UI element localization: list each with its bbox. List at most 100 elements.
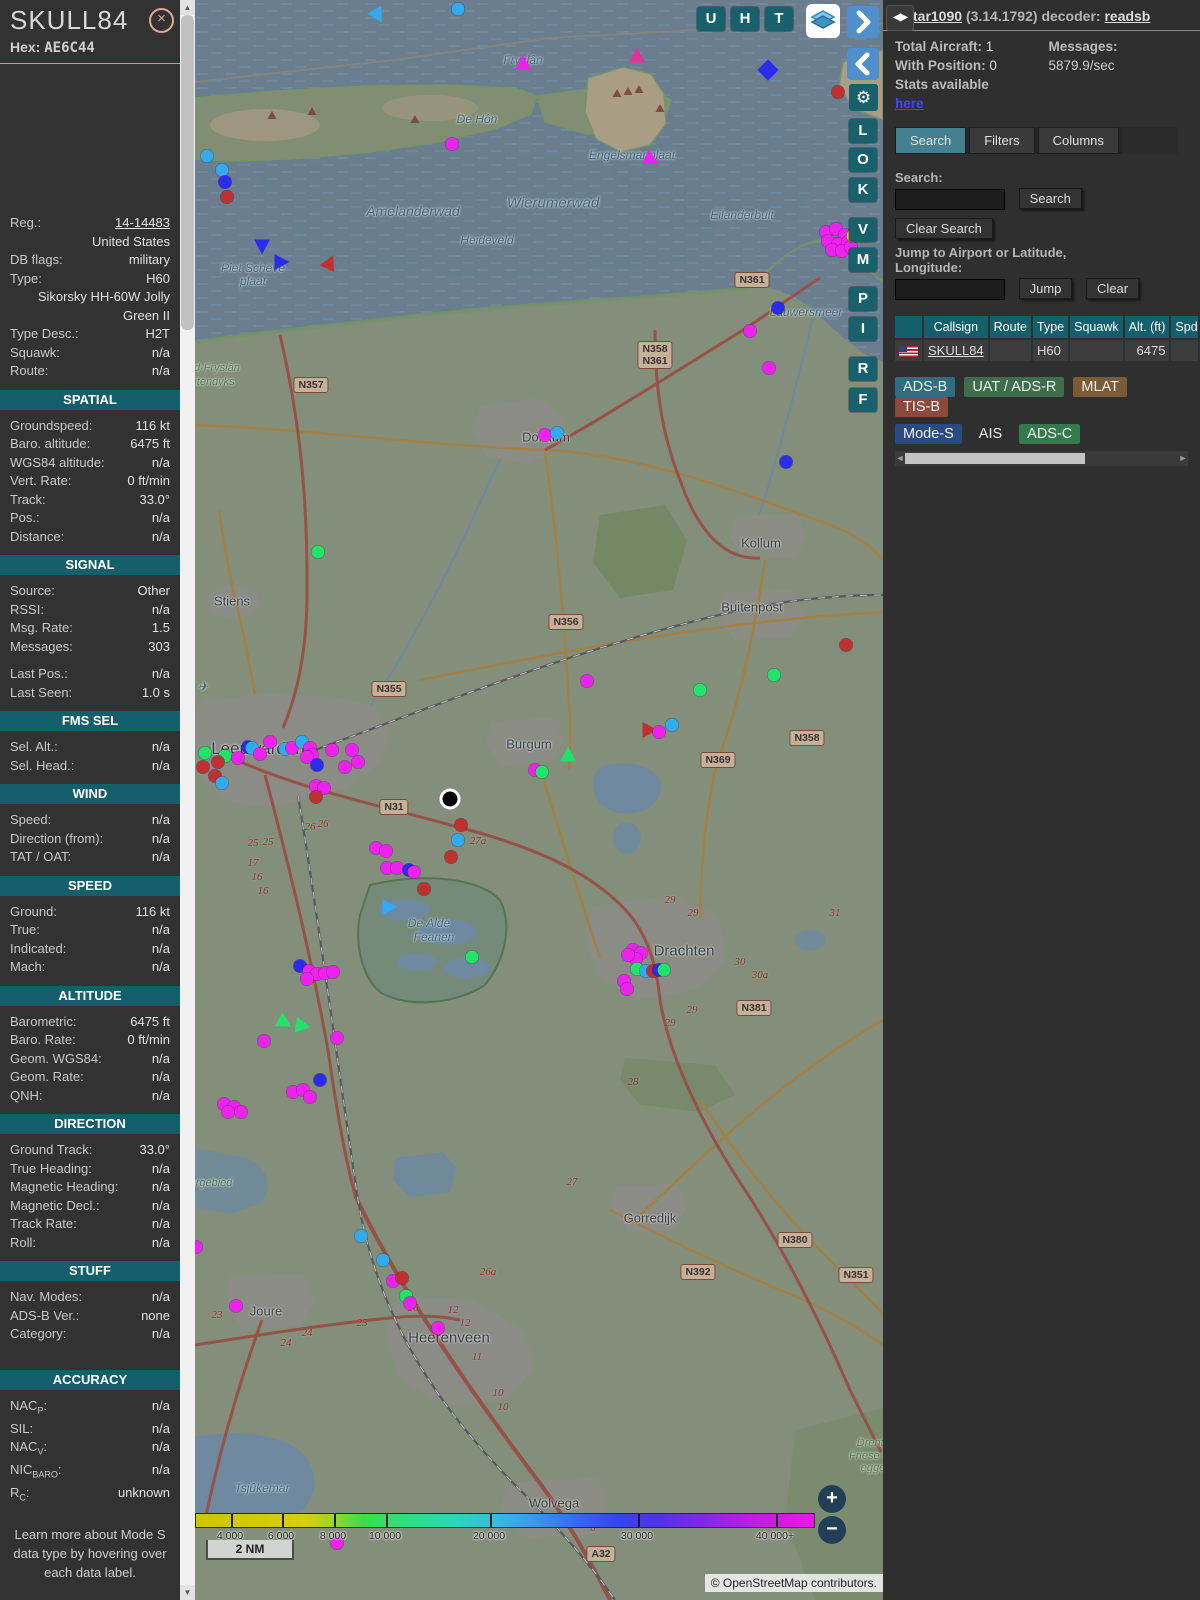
aircraft-marker[interactable]: [300, 972, 314, 986]
aircraft-marker[interactable]: [407, 865, 421, 879]
column-header-Alt. (ft)[interactable]: Alt. (ft): [1124, 316, 1170, 339]
map-button-k[interactable]: K: [849, 178, 877, 202]
settings-gear-icon[interactable]: ⚙: [849, 84, 878, 111]
tab-filters[interactable]: Filters: [969, 127, 1035, 154]
aircraft-marker[interactable]: [311, 545, 325, 559]
scroll-right-icon[interactable]: ►: [1178, 451, 1188, 466]
aircraft-marker[interactable]: [451, 2, 465, 16]
jump-clear-button[interactable]: Clear: [1086, 278, 1140, 300]
aircraft-marker[interactable]: [395, 1271, 409, 1285]
selected-aircraft-marker[interactable]: [439, 788, 461, 810]
zoom-out-button[interactable]: −: [818, 1516, 846, 1544]
decoder-link[interactable]: readsb: [1104, 8, 1150, 24]
aircraft-marker[interactable]: [257, 1034, 271, 1048]
search-button[interactable]: Search: [1018, 188, 1082, 209]
column-header-Squawk[interactable]: Squawk: [1070, 316, 1123, 339]
map-button-r[interactable]: R: [849, 357, 877, 381]
zoom-in-button[interactable]: +: [818, 1485, 846, 1513]
app-link[interactable]: tar1090: [913, 8, 962, 24]
search-input[interactable]: [895, 189, 1005, 211]
aircraft-marker[interactable]: [218, 175, 232, 189]
aircraft-marker[interactable]: [325, 743, 339, 757]
aircraft-marker[interactable]: [263, 735, 277, 749]
aircraft-marker[interactable]: [309, 790, 323, 804]
filter-badge-mode-s[interactable]: Mode-S: [895, 424, 962, 445]
aircraft-marker[interactable]: [767, 668, 781, 682]
aircraft-marker[interactable]: [771, 301, 785, 315]
aircraft-marker[interactable]: [221, 1105, 235, 1119]
aircraft-marker[interactable]: [538, 428, 552, 442]
scroll-down-icon[interactable]: ▼: [180, 1585, 195, 1600]
aircraft-marker[interactable]: [351, 755, 365, 769]
aircraft-marker[interactable]: [465, 950, 479, 964]
aircraft-marker[interactable]: [444, 850, 458, 864]
aircraft-marker[interactable]: [839, 638, 853, 652]
tab-search[interactable]: Search: [895, 127, 967, 154]
column-header-Callsign[interactable]: Callsign: [924, 316, 988, 339]
table-horizontal-scrollbar[interactable]: ◄ ►: [895, 451, 1188, 467]
aircraft-marker[interactable]: [354, 1229, 368, 1243]
column-header-flag[interactable]: [895, 316, 922, 339]
map-button-f[interactable]: F: [849, 388, 877, 412]
aircraft-marker[interactable]: [451, 833, 465, 847]
aircraft-marker[interactable]: [220, 190, 234, 204]
panel-expand-button[interactable]: [847, 6, 879, 38]
aircraft-marker[interactable]: [417, 882, 431, 896]
aircraft-marker[interactable]: [234, 1105, 248, 1119]
column-header-Type[interactable]: Type: [1033, 316, 1069, 339]
map-button-v[interactable]: V: [849, 218, 877, 242]
filter-badge-ads-c[interactable]: ADS-C: [1019, 424, 1081, 445]
aircraft-marker[interactable]: [196, 760, 210, 774]
data-value[interactable]: 14-14483: [115, 214, 170, 233]
filter-badge-ais[interactable]: AIS: [971, 424, 1010, 444]
filter-badge-mlat[interactable]: MLAT: [1073, 377, 1127, 398]
osm-attribution[interactable]: © OpenStreetMap contributors.: [704, 1574, 883, 1592]
aircraft-marker[interactable]: [454, 818, 468, 832]
scroll-left-icon[interactable]: ◄: [895, 451, 905, 466]
map-button-o[interactable]: O: [849, 148, 877, 172]
aircraft-marker[interactable]: [215, 776, 229, 790]
aircraft-marker[interactable]: [665, 718, 679, 732]
aircraft-marker[interactable]: [313, 1073, 327, 1087]
panel-collapse-button[interactable]: [847, 48, 879, 80]
aircraft-marker[interactable]: [403, 1296, 417, 1310]
map-button-u[interactable]: U: [697, 7, 725, 31]
aircraft-marker[interactable]: [445, 137, 459, 151]
jump-input[interactable]: [895, 279, 1005, 301]
aircraft-marker[interactable]: [762, 361, 776, 375]
tab-columns[interactable]: Columns: [1037, 127, 1119, 154]
map-button-i[interactable]: I: [849, 317, 877, 341]
scrollbar-thumb[interactable]: [181, 15, 194, 330]
aircraft-marker[interactable]: [200, 149, 214, 163]
map-button-t[interactable]: T: [765, 7, 793, 31]
aircraft-marker[interactable]: [211, 755, 225, 769]
map-button-m[interactable]: M: [849, 248, 877, 272]
column-header-Route[interactable]: Route: [989, 316, 1032, 339]
callsign-link[interactable]: SKULL84: [928, 343, 984, 358]
hscrollbar-thumb[interactable]: [905, 453, 1085, 465]
aircraft-marker[interactable]: [620, 982, 634, 996]
aircraft-marker[interactable]: [693, 683, 707, 697]
aircraft-marker[interactable]: [621, 948, 635, 962]
table-row[interactable]: SKULL84 H60 6475: [895, 340, 1198, 362]
filter-badge-uat-ads-r[interactable]: UAT / ADS-R: [964, 377, 1065, 398]
stats-here-link[interactable]: here: [895, 96, 924, 111]
aircraft-marker[interactable]: [338, 760, 352, 774]
column-header-Spd.[interactable]: Spd.: [1171, 316, 1198, 339]
aircraft-marker[interactable]: [303, 1090, 317, 1104]
aircraft-marker[interactable]: [657, 963, 671, 977]
aircraft-marker[interactable]: [253, 747, 267, 761]
map-button-p[interactable]: P: [849, 287, 877, 311]
aircraft-marker[interactable]: [198, 746, 212, 760]
panel-toggle-icon[interactable]: ◀▶: [886, 5, 914, 31]
aircraft-marker[interactable]: [779, 455, 793, 469]
map-canvas[interactable]: StiensLeeuwardenBurgumDokkumKollumBuiten…: [195, 0, 883, 1600]
jump-button[interactable]: Jump: [1018, 278, 1073, 300]
aircraft-marker[interactable]: [580, 674, 594, 688]
aircraft-marker[interactable]: [431, 1321, 445, 1335]
layers-button[interactable]: [806, 4, 840, 38]
aircraft-marker[interactable]: [231, 751, 245, 765]
clear-search-button[interactable]: Clear Search: [895, 218, 993, 240]
aircraft-marker[interactable]: [652, 725, 666, 739]
filter-badge-ads-b[interactable]: ADS-B: [895, 377, 956, 398]
